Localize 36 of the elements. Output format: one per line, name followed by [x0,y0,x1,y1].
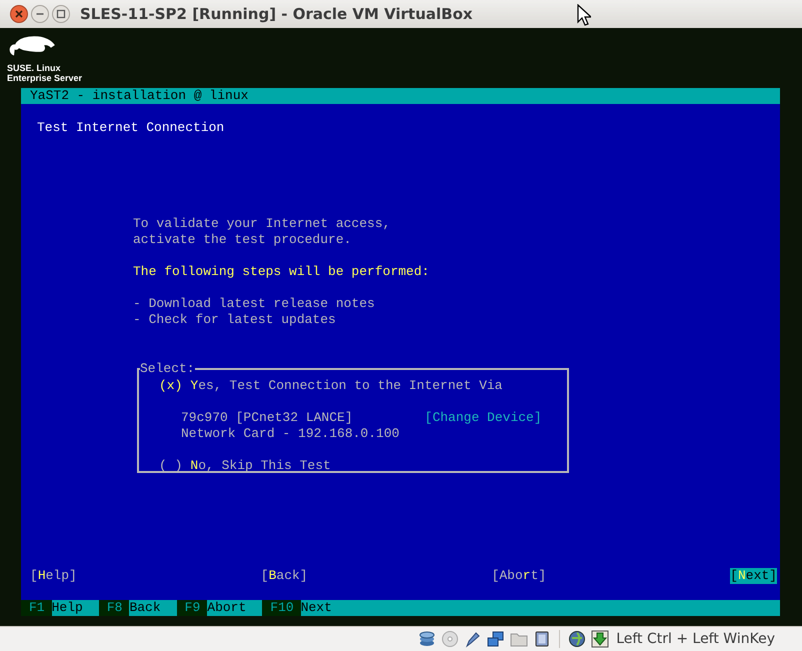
installer-title: YaST2 - installation @ linux [30,88,248,103]
page-heading: Test Internet Connection [36,120,226,136]
option-label[interactable]: No, Skip This Test [190,458,331,473]
device-address: Network Card - 192.168.0.100 [181,426,400,442]
intro-text: To validate your Internet access, [133,216,392,232]
globe-icon[interactable] [568,630,586,648]
function-key: F9 [176,600,208,616]
close-icon[interactable] [10,5,28,23]
steps-heading: The following steps will be performed: [132,264,430,280]
step-item: - Check for latest updates [133,312,337,328]
host-key-label: Left Ctrl + Left WinKey [616,631,775,647]
usb-pen-icon[interactable] [464,630,482,648]
function-key: F1 [21,600,52,616]
nav-button[interactable]: [Next] [730,568,777,584]
brand-name: SUSE. Linux [7,63,62,73]
device-name: 79c970 [PCnet32 LANCE] [181,410,353,426]
nav-button[interactable]: [Help] [30,568,77,584]
brand-subtitle: Enterprise Server [7,73,82,83]
download-arrow-icon[interactable] [591,630,610,648]
hard-disk-icon[interactable] [418,630,436,648]
network-monitors-icon[interactable] [487,630,506,648]
radio-button[interactable]: (x) [159,378,182,393]
function-key: F10 [262,600,301,616]
maximize-icon[interactable] [52,5,70,23]
window-title: SLES-11-SP2 [Running] - Oracle VM VirtualBox [80,5,473,23]
nav-button[interactable]: [Back] [260,568,308,584]
function-key: F8 [98,600,130,616]
minimize-icon[interactable] [31,5,49,23]
group-label: Select: [140,361,195,377]
step-item: - Download latest release notes [133,296,376,312]
chip-icon[interactable] [533,630,552,648]
option-label[interactable]: Yes, Test Connection to the Internet Via [190,378,502,393]
nav-button[interactable]: [Abort] [492,568,546,584]
intro-text: activate the test procedure. [133,232,352,248]
change-device-button[interactable]: [Change Device] [424,410,542,426]
mouse-pointer-icon [577,4,591,26]
